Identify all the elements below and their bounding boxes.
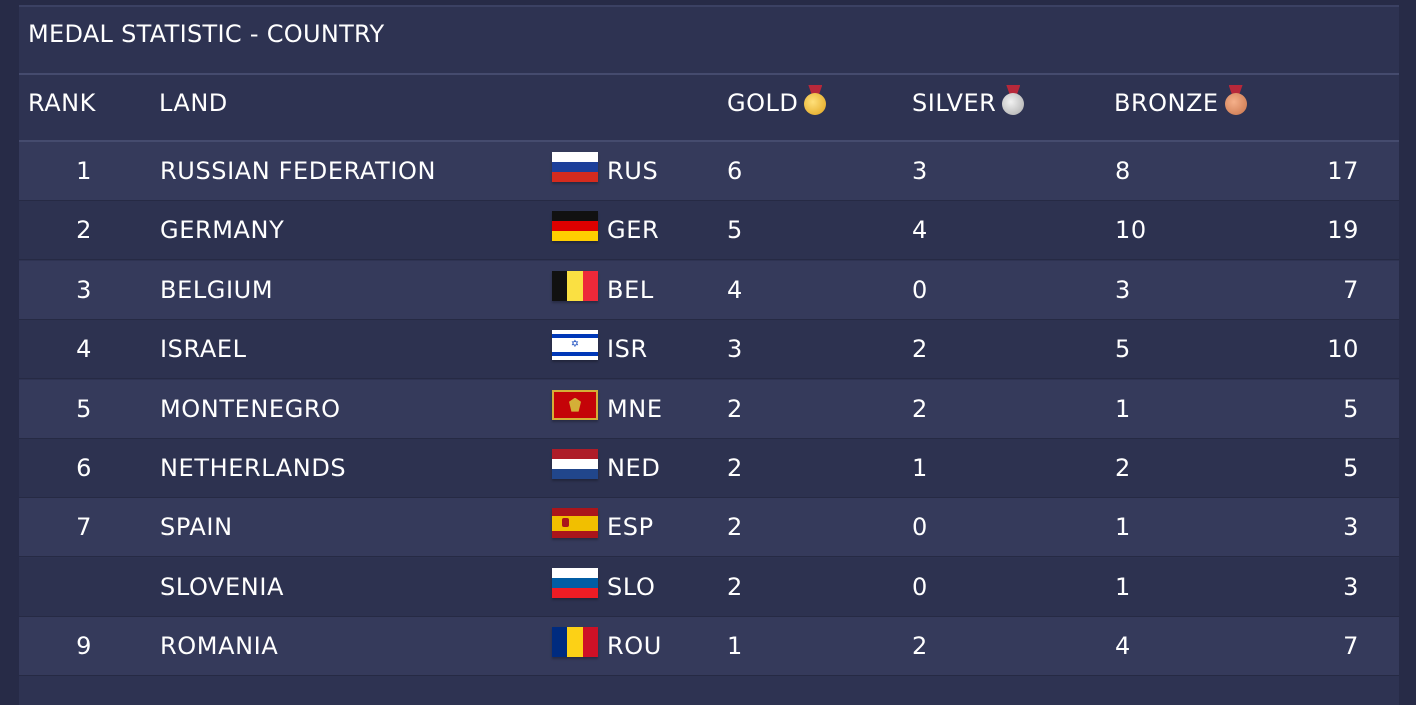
total-count-cell: 7: [1343, 632, 1359, 661]
total-count-cell: 5: [1343, 394, 1359, 423]
col-header-bronze-label: BRONZE: [1114, 89, 1219, 117]
land-cell: SLOVENIA: [160, 572, 285, 601]
col-header-gold-label: GOLD: [727, 89, 799, 117]
silver-count-cell: 0: [912, 275, 928, 304]
total-count-cell: 19: [1327, 216, 1359, 245]
land-cell: BELGIUM: [160, 275, 274, 304]
table-row: 7 SPAIN ESP 2 0 1 3: [19, 498, 1399, 558]
silver-count-cell: 2: [912, 394, 928, 423]
rank-cell: 6: [76, 454, 92, 482]
land-cell: ISRAEL: [160, 335, 247, 364]
silver-count-cell: 1: [912, 454, 928, 482]
land-cell: SPAIN: [160, 513, 233, 542]
table-row: 2 GERMANY GER 5 4 10 19: [19, 201, 1399, 261]
panel-title: MEDAL STATISTIC - COUNTRY: [28, 20, 385, 48]
row-divider: [19, 675, 1399, 677]
table-row: 3 BELGIUM BEL 4 0 3 7: [19, 260, 1399, 320]
silver-count-cell: 2: [912, 632, 928, 661]
flag-icon-slo: [552, 567, 598, 598]
rank-cell: 3: [76, 275, 92, 304]
country-code-cell: ESP: [607, 513, 654, 542]
country-code-cell: GER: [607, 216, 660, 245]
silver-medal-icon: [1002, 85, 1025, 117]
gold-count-cell: 6: [727, 157, 743, 185]
gold-count-cell: 2: [727, 572, 743, 601]
rank-cell: 2: [76, 216, 92, 245]
total-count-cell: 5: [1343, 454, 1359, 482]
table-row: 9 ROMANIA ROU 1 2 4 7: [19, 617, 1399, 677]
gold-count-cell: 5: [727, 216, 743, 245]
flag-icon-rus: [552, 152, 598, 182]
flag-icon-rou: [552, 627, 598, 658]
bronze-count-cell: 1: [1115, 394, 1131, 423]
gold-count-cell: 2: [727, 394, 743, 423]
table-header: RANK LAND GOLD SILVER BRONZE: [19, 75, 1399, 141]
country-code-cell: MNE: [607, 394, 663, 423]
rank-cell: [63, 558, 105, 616]
land-cell: RUSSIAN FEDERATION: [160, 157, 437, 185]
rank-cell: 1: [76, 157, 92, 185]
bronze-count-cell: 10: [1115, 216, 1147, 245]
rank-cell: 5: [76, 394, 92, 423]
land-cell: MONTENEGRO: [160, 394, 341, 423]
gold-count-cell: 3: [727, 335, 743, 364]
col-header-rank: RANK: [28, 89, 96, 117]
total-count-cell: 17: [1327, 157, 1359, 185]
medal-statistic-panel: MEDAL STATISTIC - COUNTRY RANK LAND GOLD…: [19, 5, 1399, 705]
gold-count-cell: 2: [727, 454, 743, 482]
flag-icon-ned: [552, 449, 598, 479]
total-count-cell: 10: [1327, 335, 1359, 364]
country-code-cell: NED: [607, 454, 661, 482]
gold-count-cell: 2: [727, 513, 743, 542]
land-cell: ROMANIA: [160, 632, 279, 661]
bronze-count-cell: 8: [1115, 157, 1131, 185]
silver-count-cell: 4: [912, 216, 928, 245]
col-header-land: LAND: [159, 89, 228, 117]
land-cell: GERMANY: [160, 216, 285, 245]
rank-cell: 9: [76, 632, 92, 661]
land-cell: NETHERLANDS: [160, 454, 347, 482]
rank-cell: 4: [76, 335, 92, 364]
flag-icon-isr: ✡: [552, 330, 598, 361]
flag-icon-esp: [552, 508, 598, 539]
table-row: SLOVENIA SLO 2 0 1 3: [19, 557, 1399, 617]
silver-count-cell: 3: [912, 157, 928, 185]
bronze-medal-icon: [1224, 85, 1247, 117]
bronze-count-cell: 4: [1115, 632, 1131, 661]
bronze-count-cell: 1: [1115, 513, 1131, 542]
silver-count-cell: 2: [912, 335, 928, 364]
bronze-count-cell: 5: [1115, 335, 1131, 364]
col-header-bronze: BRONZE: [1114, 75, 1247, 131]
country-code-cell: RUS: [607, 157, 659, 185]
total-count-cell: 3: [1343, 572, 1359, 601]
country-code-cell: ROU: [607, 632, 662, 661]
total-count-cell: 3: [1343, 513, 1359, 542]
total-count-cell: 7: [1343, 275, 1359, 304]
col-header-gold: GOLD: [727, 75, 827, 131]
country-code-cell: SLO: [607, 572, 656, 601]
flag-icon-mne: [552, 389, 598, 420]
flag-icon-bel: [552, 270, 598, 301]
rank-cell: 7: [76, 513, 92, 542]
flag-icon-ger: [552, 211, 598, 242]
table-row: 6 NETHERLANDS NED 2 1 2 5: [19, 439, 1399, 498]
gold-count-cell: 4: [727, 275, 743, 304]
gold-medal-icon: [804, 85, 827, 117]
bronze-count-cell: 3: [1115, 275, 1131, 304]
country-code-cell: ISR: [607, 335, 648, 364]
bronze-count-cell: 1: [1115, 572, 1131, 601]
gold-count-cell: 1: [727, 632, 743, 661]
col-header-silver: SILVER: [912, 75, 1025, 131]
silver-count-cell: 0: [912, 513, 928, 542]
col-header-silver-label: SILVER: [912, 89, 997, 117]
bronze-count-cell: 2: [1115, 454, 1131, 482]
table-row: 5 MONTENEGRO MNE 2 2 1 5: [19, 379, 1399, 439]
silver-count-cell: 0: [912, 572, 928, 601]
country-code-cell: BEL: [607, 275, 654, 304]
table-row: 4 ISRAEL ISR 3 2 5 10 ✡: [19, 320, 1399, 380]
table-row: 1 RUSSIAN FEDERATION RUS 6 3 8 17: [19, 142, 1399, 201]
